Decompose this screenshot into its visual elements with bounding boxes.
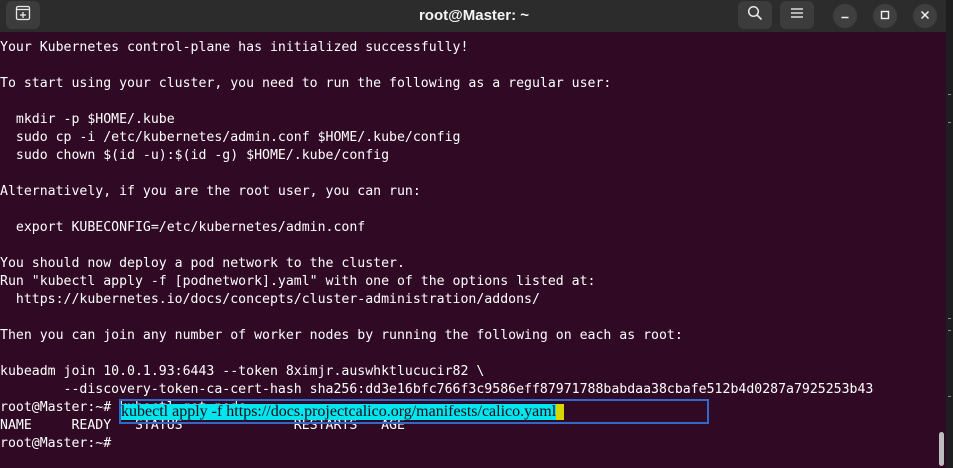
terminal-line: Alternatively, if you are the root user,… (0, 184, 421, 199)
edge-mark (948, 396, 951, 397)
title-bar[interactable]: root@Master: ~ (0, 0, 948, 32)
edge-mark (948, 94, 951, 95)
terminal-line: kubeadm join 10.0.1.93:6443 --token 8xim… (0, 364, 485, 379)
close-button[interactable] (913, 4, 937, 28)
minimize-button[interactable] (833, 4, 857, 28)
search-icon (747, 5, 763, 26)
new-tab-button[interactable] (6, 1, 40, 29)
hamburger-menu-icon (790, 6, 804, 24)
terminal-line: sudo chown $(id -u):$(id -g) $HOME/.kube… (0, 148, 390, 163)
search-button[interactable] (738, 1, 772, 29)
minimize-icon (840, 7, 850, 25)
terminal-line: Run "kubectl apply -f [podnetwork].yaml"… (0, 274, 596, 289)
scrollbar-thumb[interactable] (939, 432, 944, 466)
terminal-line: https://kubernetes.io/docs/concepts/clus… (0, 292, 540, 307)
maximize-icon (880, 7, 890, 25)
new-tab-icon (15, 5, 31, 26)
terminal-line: Your Kubernetes control-plane has initia… (0, 40, 469, 55)
terminal-line: sudo cp -i /etc/kubernetes/admin.conf $H… (0, 130, 461, 145)
terminal-line: export KUBECONFIG=/etc/kubernetes/admin.… (0, 220, 366, 235)
edge-mark (948, 330, 951, 331)
close-icon (920, 7, 930, 25)
window-edge (946, 0, 953, 468)
terminal-window: root@Master: ~ Your Kubernetes control-p… (0, 0, 953, 468)
terminal-line: To start using your cluster, you need to… (0, 76, 612, 91)
terminal-line: --discovery-token-ca-cert-hash sha256:dd… (0, 382, 874, 397)
shell-prompt: root@Master:~# (0, 436, 120, 451)
current-command[interactable]: kubectl apply -f https://docs.projectcal… (121, 404, 557, 420)
terminal-line: mkdir -p $HOME/.kube (0, 112, 175, 127)
maximize-button[interactable] (873, 4, 897, 28)
text-cursor (556, 404, 564, 420)
menu-button[interactable] (780, 1, 814, 29)
terminal-line: Then you can join any number of worker n… (0, 328, 683, 343)
edge-mark (948, 318, 951, 319)
terminal-line: You should now deploy a pod network to t… (0, 256, 405, 271)
edge-mark (948, 122, 951, 123)
